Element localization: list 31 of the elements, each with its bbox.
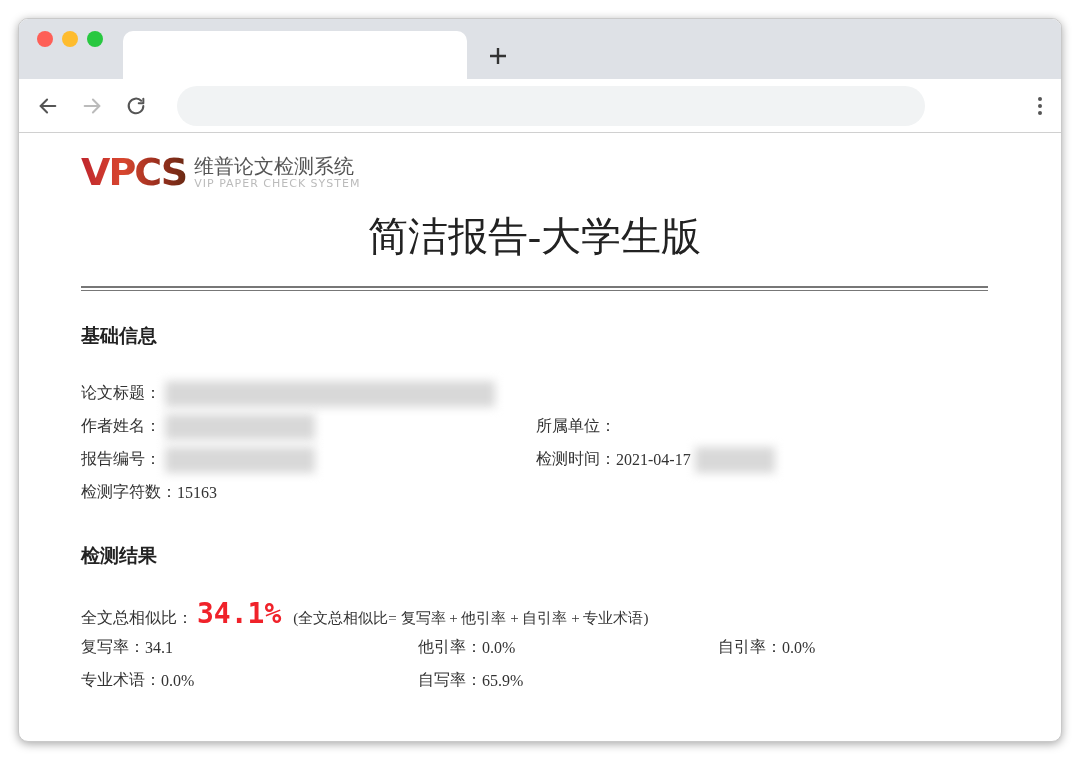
logo-name: 维普论文检测系统 xyxy=(194,154,356,177)
logo-tagline: VIP PAPER CHECK SYSTEM xyxy=(194,176,361,190)
field-label: 检测时间： xyxy=(536,449,616,469)
field-label: 自写率： xyxy=(418,670,482,690)
formula-text: (全文总相似比= 复写率 + 他引率 + 自引率 + 专业术语) xyxy=(293,609,649,628)
field-value: 0.0% xyxy=(161,671,195,690)
minimize-icon[interactable] xyxy=(62,31,78,47)
section-heading: 检测结果 xyxy=(81,543,158,568)
field-label: 论文标题： xyxy=(81,383,161,403)
report-title: 简洁报告-大学生版 xyxy=(366,213,703,261)
field-value: 0.0% xyxy=(482,638,516,657)
field-label: 作者姓名： xyxy=(81,416,161,436)
field-label: 所属单位： xyxy=(536,416,616,436)
maximize-icon[interactable] xyxy=(87,31,103,47)
field-value: 65.9% xyxy=(482,671,524,690)
field-label: 检测字符数： xyxy=(81,482,177,502)
field-label: 自引率： xyxy=(718,637,782,657)
field-value: 0.0% xyxy=(782,638,816,657)
similarity-value: 34.1% xyxy=(197,597,282,630)
section-heading: 基础信息 xyxy=(81,323,158,348)
new-tab-icon[interactable] xyxy=(489,47,507,65)
field-label: 报告编号： xyxy=(81,449,161,469)
field-value: 34.1 xyxy=(145,638,173,657)
close-icon[interactable] xyxy=(37,31,53,47)
field-value: 15163 xyxy=(177,483,217,502)
menu-icon[interactable] xyxy=(1037,95,1043,116)
field-label: 复写率： xyxy=(81,637,145,657)
field-label: 专业术语： xyxy=(81,670,161,690)
field-label: 他引率： xyxy=(418,637,482,657)
field-label: 全文总相似比： xyxy=(81,608,193,628)
field-value: 2021-04-17 xyxy=(616,450,691,469)
